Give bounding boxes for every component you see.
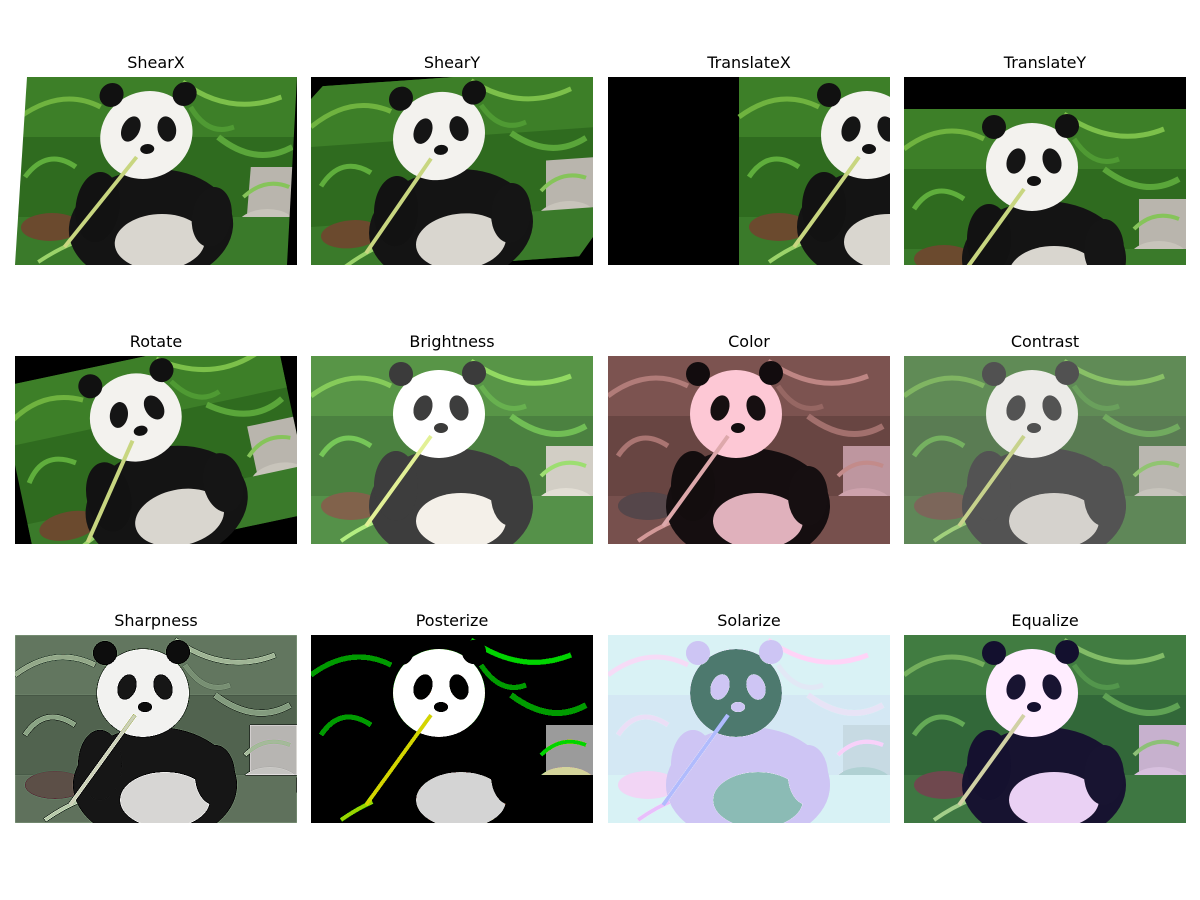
- panda-image-color: [608, 356, 890, 544]
- panel-title: ShearY: [423, 53, 481, 72]
- panel-title: Contrast: [1010, 332, 1080, 351]
- panda-image-sharpness: [15, 635, 297, 823]
- panda-image-sheary: [311, 77, 593, 265]
- figure: { "panels": [ {"title": "ShearX", "effec…: [0, 0, 1200, 900]
- panel-title: Posterize: [415, 611, 489, 630]
- panda-image-equalize: [904, 635, 1186, 823]
- panel-title: Solarize: [717, 611, 781, 630]
- panda-image-posterize: [311, 635, 593, 823]
- panda-image-shearx: [15, 77, 297, 265]
- panel-title: TranslateX: [707, 53, 791, 72]
- panel-title: Sharpness: [114, 611, 198, 630]
- panda-image-solarize: [608, 635, 890, 823]
- panda-image-contrast: [904, 356, 1186, 544]
- panel-title: Equalize: [1011, 611, 1079, 630]
- panel-title: Rotate: [129, 332, 183, 351]
- panda-image-brightness: [311, 356, 593, 544]
- panel-title: Color: [728, 332, 770, 351]
- panda-image-translatex: [608, 77, 890, 265]
- panda-image-translatey: [904, 77, 1186, 265]
- panel-title: TranslateY: [1003, 53, 1087, 72]
- panel-title: ShearX: [127, 53, 185, 72]
- panda-image-rotate: [15, 356, 297, 544]
- panel-title: Brightness: [409, 332, 495, 351]
